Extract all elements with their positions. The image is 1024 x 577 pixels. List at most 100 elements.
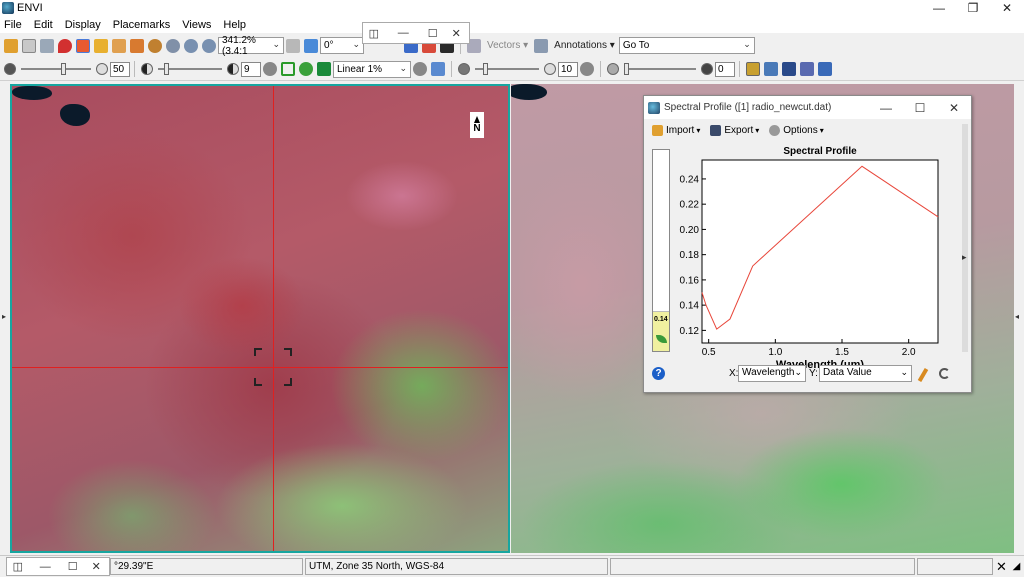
restore-button[interactable]: ❐ <box>956 0 990 16</box>
x-tick-label: 1.5 <box>835 347 849 358</box>
rotate-right-icon[interactable] <box>304 38 318 53</box>
refresh-icon[interactable] <box>939 368 950 379</box>
main-toolbar: 341.2% (3.4:1 ⌄ 0° ⌄ Vectors ▾ Annotatio… <box>0 34 1024 57</box>
full-extent-icon[interactable] <box>299 62 313 76</box>
status-restore-button[interactable]: ☐ <box>62 560 84 573</box>
histogram-icon[interactable] <box>431 62 445 76</box>
menu-placemarks[interactable]: Placemarks <box>112 19 176 31</box>
annotations-label: Annotations <box>554 40 607 51</box>
export-menu[interactable]: Export ▾ <box>710 124 759 136</box>
fly-icon[interactable] <box>130 38 144 53</box>
floating-mini-window: ◫ — ☐ ✕ <box>362 22 470 44</box>
stretch-combo[interactable]: Linear 1% ⌄ <box>333 60 411 78</box>
import-menu[interactable]: Import ▾ <box>652 124 700 136</box>
zoom-out-icon[interactable] <box>202 38 216 53</box>
dialog-scrollbar[interactable] <box>962 124 968 352</box>
x-tick-label: 0.5 <box>702 347 716 358</box>
toolbar-divider <box>739 61 740 77</box>
cursor-value-icon[interactable] <box>58 38 72 53</box>
crosshairs-icon[interactable] <box>76 38 90 53</box>
view-portal-icon[interactable] <box>764 62 778 76</box>
mini-restore-button[interactable]: ☐ <box>422 27 444 40</box>
dialog-maximize-button[interactable]: ☐ <box>903 96 937 119</box>
stretch-icon[interactable] <box>317 62 331 76</box>
zoom-combo[interactable]: 341.2% (3.4:1 ⌄ <box>218 35 284 57</box>
contrast-slider[interactable] <box>158 62 222 76</box>
right-panel-toggle-icon[interactable]: ◂ <box>1015 312 1019 321</box>
expand-panel-icon[interactable]: ▸ <box>962 252 967 263</box>
dialog-close-button[interactable]: ✕ <box>937 96 971 119</box>
select-icon[interactable] <box>94 38 108 53</box>
mini-close-button[interactable]: ✕ <box>443 27 469 40</box>
rotate-icon[interactable] <box>148 38 162 53</box>
menu-edit[interactable]: Edit <box>33 19 59 31</box>
chart-title: Spectral Profile <box>783 146 857 157</box>
vectors-menu[interactable]: Vectors ▾ <box>487 40 528 51</box>
layer-manager-icon[interactable] <box>40 38 54 53</box>
zoom-in-icon[interactable] <box>184 38 198 53</box>
y-axis-combo[interactable]: Data Value ⌄ <box>819 365 912 382</box>
transparency-input[interactable]: 0 <box>715 61 735 77</box>
reset-icon[interactable] <box>263 62 277 76</box>
dialog-minimize-button[interactable]: — <box>869 96 903 119</box>
close-button[interactable]: ✕ <box>990 0 1024 16</box>
zoom-box[interactable] <box>254 348 292 386</box>
menu-bar: File Edit Display Placemarks Views Help <box>0 16 1024 33</box>
y-tick-label: 0.14 <box>680 301 700 312</box>
view-blend-icon[interactable] <box>782 62 796 76</box>
save-icon <box>710 124 722 136</box>
x-tick-label: 2.0 <box>902 347 916 358</box>
sharpen-input[interactable]: 10 <box>558 61 578 77</box>
help-icon[interactable]: ? <box>652 367 665 380</box>
north-label: N <box>473 123 481 134</box>
menu-views[interactable]: Views <box>181 19 217 31</box>
options-menu[interactable]: Options ▾ <box>769 124 824 136</box>
rotation-value: 0° <box>324 40 334 51</box>
goto-combo[interactable]: Go To ⌄ <box>618 37 755 54</box>
status-progress <box>917 558 993 575</box>
dialog-title: Spectral Profile ([1] radio_newcut.dat) <box>664 102 832 113</box>
annotations-menu[interactable]: Annotations ▾ <box>554 40 615 51</box>
chevron-down-icon: ⌄ <box>272 39 280 49</box>
y-axis-value: Data Value <box>823 367 872 378</box>
y-tick-label: 0.22 <box>680 200 700 211</box>
mini-minimize-button[interactable]: — <box>385 27 422 39</box>
data-manager-icon[interactable] <box>22 38 36 53</box>
menu-help[interactable]: Help <box>222 19 252 31</box>
view-swipe-icon[interactable] <box>818 62 832 76</box>
brightness-icon <box>4 63 16 75</box>
enhancement-toolbar: 50 9 Linear 1% ⌄ 10 0 <box>0 58 1024 81</box>
minimize-button[interactable]: — <box>922 0 956 16</box>
transparency-slider[interactable] <box>624 62 696 76</box>
open-folder-icon[interactable] <box>4 38 18 53</box>
status-minimize-button[interactable]: — <box>29 561 62 573</box>
pencil-icon[interactable] <box>917 367 929 383</box>
rotate-left-icon[interactable] <box>286 38 300 53</box>
status-field <box>610 558 915 575</box>
import-label: Import <box>666 124 695 136</box>
spectral-profile-chart[interactable]: Spectral Profile 0.12 0.14 0.16 0.18 0.20 0.22… <box>674 140 944 370</box>
brightness-input[interactable]: 50 <box>110 61 130 77</box>
vectors-label: Vectors <box>487 40 521 51</box>
menu-display[interactable]: Display <box>64 19 107 31</box>
y-tick-label: 0.16 <box>680 275 700 286</box>
sharpen-slider[interactable] <box>475 62 539 76</box>
x-tick-label: 1.0 <box>768 347 782 358</box>
view-flicker-icon[interactable] <box>800 62 814 76</box>
sharpen-icon <box>458 63 470 75</box>
rotation-combo[interactable]: 0° ⌄ <box>320 37 364 54</box>
left-panel-toggle-icon[interactable]: ▸ <box>2 312 6 321</box>
contrast-input[interactable]: 9 <box>241 61 261 77</box>
title-bar: ENVI — ❐ ✕ <box>0 0 1024 16</box>
menu-file[interactable]: File <box>3 19 28 31</box>
image-view-left[interactable]: N <box>10 84 510 553</box>
zoom-extent-icon[interactable] <box>281 62 295 76</box>
status-close-button[interactable]: ✕ <box>84 560 110 573</box>
brightness-slider[interactable] <box>21 62 91 76</box>
reset-sharpen-icon[interactable] <box>580 62 594 76</box>
x-axis-combo[interactable]: Wavelength ⌄ <box>738 365 806 382</box>
refresh-icon[interactable] <box>413 62 427 76</box>
zoom-icon[interactable] <box>166 38 180 53</box>
view-single-icon[interactable] <box>746 62 760 76</box>
pan-icon[interactable] <box>112 38 126 53</box>
